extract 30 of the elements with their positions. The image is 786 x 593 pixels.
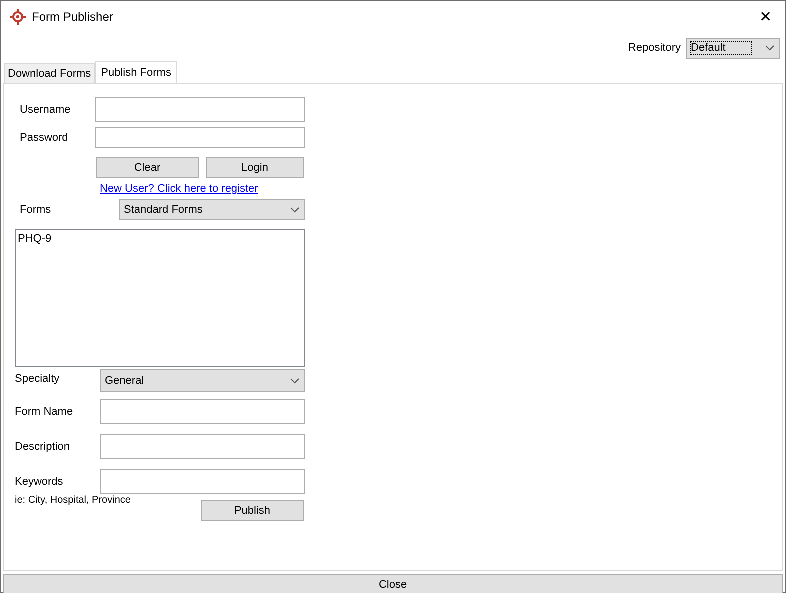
forms-label: Forms: [20, 204, 52, 216]
window-title: Form Publisher: [32, 10, 114, 24]
forms-dropdown[interactable]: Standard Forms: [119, 199, 305, 220]
description-field[interactable]: [100, 434, 305, 459]
password-label: Password: [20, 132, 70, 144]
form-name-label: Form Name: [15, 406, 74, 418]
form-name-field[interactable]: [100, 399, 305, 424]
clear-button[interactable]: Clear: [96, 157, 199, 178]
register-link[interactable]: New User? Click here to register: [100, 183, 258, 195]
chevron-down-icon: [765, 45, 775, 51]
tab[interactable]: Download Forms: [4, 63, 96, 83]
username-field[interactable]: [95, 97, 305, 122]
repository-label: Repository: [628, 42, 681, 54]
app-logo-icon: [10, 9, 26, 25]
keywords-field[interactable]: [100, 469, 305, 494]
chevron-down-icon: [290, 206, 300, 212]
keywords-label: Keywords: [15, 476, 64, 488]
close-button[interactable]: Close: [3, 574, 783, 593]
specialty-label: Specialty: [15, 373, 61, 385]
username-label: Username: [20, 104, 72, 116]
list-item[interactable]: PHQ-9: [18, 233, 302, 245]
login-button[interactable]: Login: [206, 157, 304, 178]
tab[interactable]: Publish Forms: [95, 61, 178, 83]
keywords-hint: ie: City, Hospital, Province: [15, 495, 132, 506]
publish-button[interactable]: Publish: [201, 500, 304, 521]
specialty-dropdown[interactable]: General: [100, 369, 305, 392]
repository-dropdown[interactable]: Default: [686, 38, 780, 58]
chevron-down-icon: [290, 378, 300, 384]
description-label: Description: [15, 440, 72, 452]
password-field[interactable]: [95, 127, 305, 148]
